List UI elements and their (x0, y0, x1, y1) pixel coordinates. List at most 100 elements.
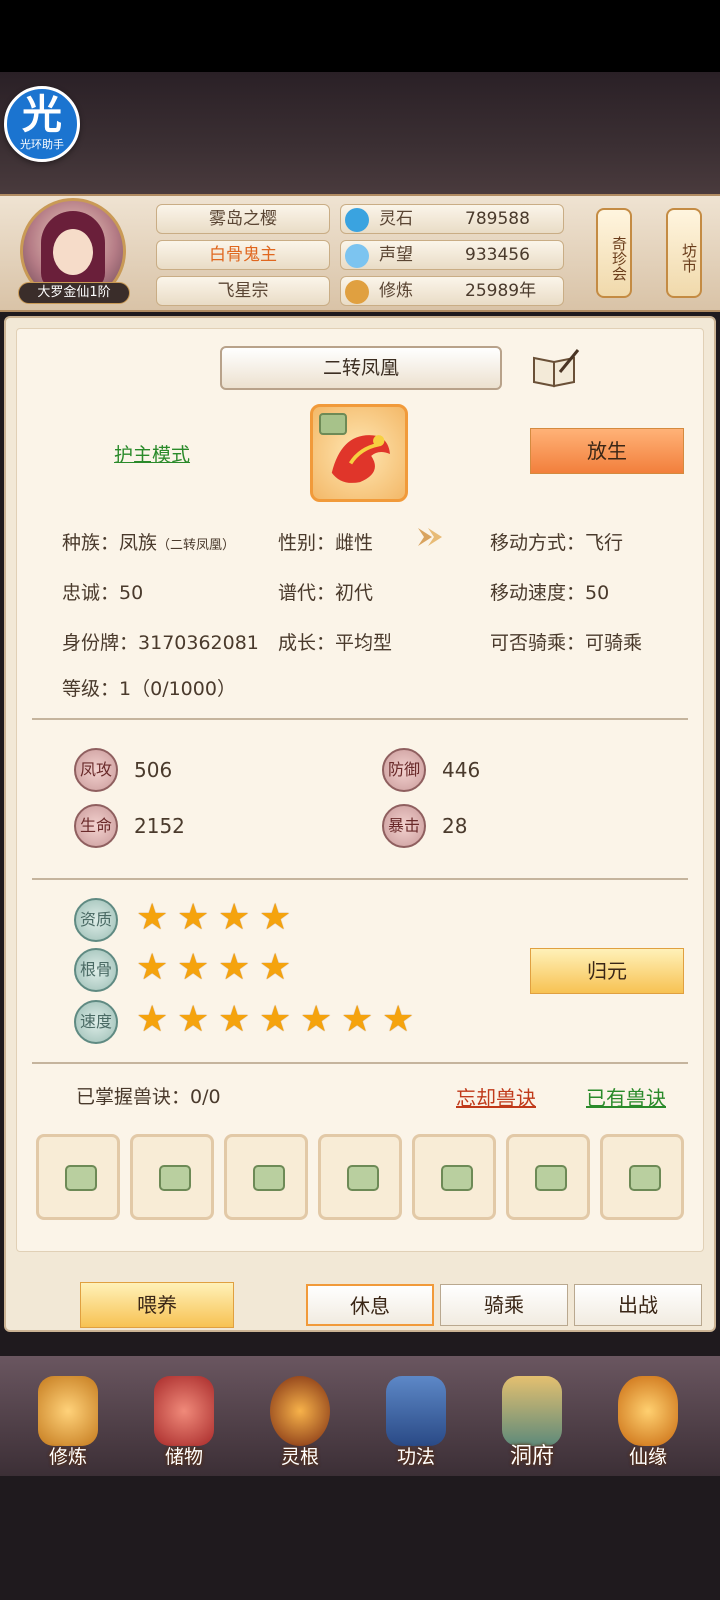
helper-logo: 光 (22, 92, 62, 138)
avatar-face (53, 229, 93, 275)
star-icon: ★ (341, 999, 374, 1040)
skill-slot[interactable] (412, 1134, 496, 1220)
resource-prestige: 声望 933456 (340, 240, 564, 270)
nav-technique[interactable]: 功法 (368, 1376, 464, 1472)
player-sect: 飞星宗 (156, 276, 330, 306)
divider (32, 878, 688, 880)
helper-label: 光环助手 (20, 138, 64, 151)
bottom-background (0, 1476, 720, 1600)
stat-badge-health: 生命 (74, 804, 118, 848)
nav-cave[interactable]: 洞府 (484, 1376, 580, 1472)
lock-icon (441, 1165, 473, 1191)
book-quill-icon[interactable] (530, 348, 582, 390)
rating-badge-speed: 速度 (74, 1000, 118, 1044)
resource-cultivation: 修炼 25989年 (340, 276, 564, 306)
rating-stars-bone: ★ ★ ★ ★ (136, 950, 295, 990)
top-background (0, 72, 720, 196)
spirit-root-icon (270, 1376, 330, 1446)
player-name: 雾岛之樱 (156, 204, 330, 234)
race-info: 种族：凤族（二转凤凰） (62, 532, 236, 554)
divider (32, 1062, 688, 1064)
cultivate-icon (38, 1376, 98, 1446)
rating-badge-aptitude: 资质 (74, 898, 118, 942)
growth-info: 成长：平均型 (278, 632, 393, 654)
stat-defense-value: 446 (442, 758, 481, 782)
star-icon: ★ (259, 897, 292, 938)
player-rank: 大罗金仙1阶 (18, 282, 130, 304)
star-icon: ★ (177, 947, 210, 988)
star-icon: ★ (136, 999, 169, 1040)
star-icon: ★ (218, 897, 251, 938)
treasure-market-lantern[interactable]: 奇珍会 (596, 208, 632, 298)
guard-mode-link[interactable]: 护主模式 (114, 440, 190, 467)
rest-button[interactable]: 休息 (306, 1284, 434, 1326)
nav-cultivate[interactable]: 修炼 (20, 1376, 116, 1472)
helper-floating-button[interactable]: 光 光环助手 (4, 86, 80, 162)
status-bar (0, 0, 720, 72)
rating-stars-speed: ★ ★ ★ ★ ★ ★ ★ (136, 1002, 418, 1042)
pet-portrait[interactable] (310, 404, 408, 502)
lock-icon (535, 1165, 567, 1191)
stat-crit-value: 28 (442, 814, 468, 838)
battle-button[interactable]: 出战 (574, 1284, 702, 1326)
skill-slot[interactable] (224, 1134, 308, 1220)
spirit-stone-icon (345, 208, 369, 232)
star-icon: ★ (177, 999, 210, 1040)
divider (32, 718, 688, 720)
storage-bag-icon (154, 1376, 214, 1446)
stat-badge-defense: 防御 (382, 748, 426, 792)
forget-skill-link[interactable]: 忘却兽诀 (456, 1082, 536, 1111)
star-icon: ★ (300, 999, 333, 1040)
ride-button[interactable]: 骑乘 (440, 1284, 568, 1326)
skill-slot[interactable] (130, 1134, 214, 1220)
destiny-gourd-icon (618, 1376, 678, 1446)
skill-slot[interactable] (506, 1134, 590, 1220)
id-info: 身份牌：3170362081 (62, 632, 259, 654)
skill-slot[interactable] (318, 1134, 402, 1220)
skill-slot[interactable] (600, 1134, 684, 1220)
move-mode-info: 移动方式：飞行 (490, 532, 624, 554)
star-icon: ★ (218, 947, 251, 988)
star-icon: ★ (382, 999, 415, 1040)
stat-badge-crit: 暴击 (382, 804, 426, 848)
skill-slot[interactable] (36, 1134, 120, 1220)
pet-name-title: 二转凤凰 (220, 346, 502, 390)
mastered-skills: 已掌握兽诀：0/0 (76, 1086, 221, 1108)
level-info: 等级：1（0/1000） (62, 678, 236, 700)
star-icon: ★ (218, 999, 251, 1040)
gender-arrow-icon (418, 528, 442, 546)
move-speed-info: 移动速度：50 (490, 582, 610, 604)
lock-icon (159, 1165, 191, 1191)
stat-badge-attack: 凤攻 (74, 748, 118, 792)
owned-skills-link[interactable]: 已有兽诀 (586, 1082, 666, 1111)
lock-icon (253, 1165, 285, 1191)
rating-badge-bone: 根骨 (74, 948, 118, 992)
stat-health-value: 2152 (134, 814, 185, 838)
star-icon: ★ (136, 947, 169, 988)
cultivation-icon (345, 280, 369, 304)
lock-icon (65, 1165, 97, 1191)
reset-button[interactable]: 归元 (530, 948, 684, 994)
stat-attack-value: 506 (134, 758, 173, 782)
generation-info: 谱代：初代 (278, 582, 374, 604)
cave-dwelling-icon (502, 1376, 562, 1446)
feed-button[interactable]: 喂养 (80, 1282, 234, 1328)
star-icon: ★ (259, 947, 292, 988)
loyalty-info: 忠诚：50 (62, 582, 144, 604)
lock-icon (629, 1165, 661, 1191)
prestige-icon (345, 244, 369, 268)
release-button[interactable]: 放生 (530, 428, 684, 474)
market-lantern[interactable]: 坊市 (666, 208, 702, 298)
nav-spirit-root[interactable]: 灵根 (252, 1376, 348, 1472)
player-title[interactable]: 白骨鬼主 (156, 240, 330, 270)
nav-destiny[interactable]: 仙缘 (600, 1376, 696, 1472)
rideable-info: 可否骑乘：可骑乘 (490, 632, 643, 654)
technique-book-icon (386, 1376, 446, 1446)
resource-spirit-stone: 灵石 789588 (340, 204, 564, 234)
nav-storage[interactable]: 储物 (136, 1376, 232, 1472)
star-icon: ★ (177, 897, 210, 938)
star-icon: ★ (259, 999, 292, 1040)
phoenix-icon (331, 435, 390, 483)
gender-info: 性别：雌性 (278, 532, 374, 554)
lock-icon (347, 1165, 379, 1191)
